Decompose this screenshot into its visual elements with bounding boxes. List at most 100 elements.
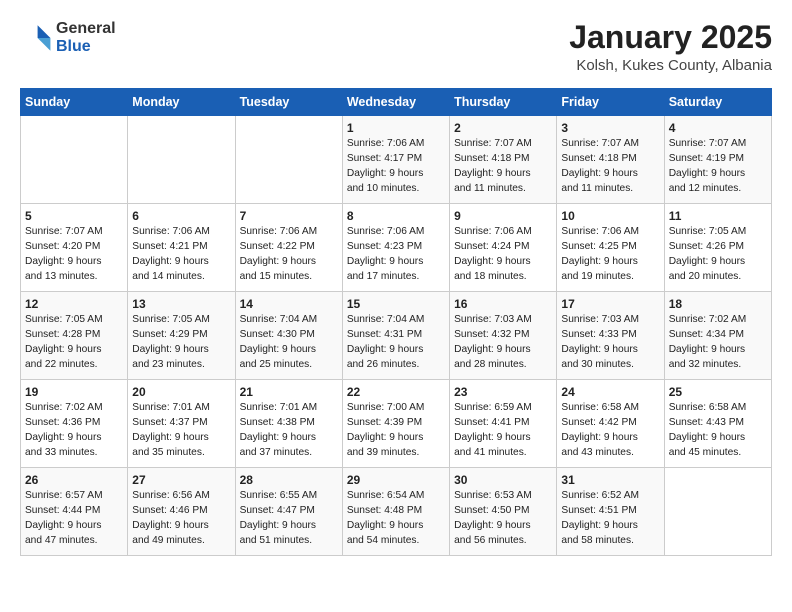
cell-content: Sunrise: 6:52 AM Sunset: 4:51 PM Dayligh… <box>561 489 659 548</box>
calendar-cell: 26Sunrise: 6:57 AM Sunset: 4:44 PM Dayli… <box>21 468 128 556</box>
day-number: 5 <box>25 209 123 223</box>
day-number: 10 <box>561 209 659 223</box>
calendar-cell: 27Sunrise: 6:56 AM Sunset: 4:46 PM Dayli… <box>128 468 235 556</box>
week-row-3: 12 Sunrise: 7:05 AM Sunset: 4:28 PM Dayli… <box>21 292 772 380</box>
logo-general: General <box>56 20 116 38</box>
week-row-5: 26Sunrise: 6:57 AM Sunset: 4:44 PM Dayli… <box>21 468 772 556</box>
day-number: 8 <box>347 209 445 223</box>
day-number: 17 <box>561 297 659 311</box>
logo-text: General Blue <box>56 20 116 55</box>
cell-content: Sunrise: 7:06 AM Sunset: 4:17 PM Dayligh… <box>347 137 445 196</box>
subtitle: Kolsh, Kukes County, Albania <box>569 57 772 74</box>
calendar-cell: 11Sunrise: 7:05 AM Sunset: 4:26 PM Dayli… <box>664 204 771 292</box>
calendar-cell <box>664 468 771 556</box>
cell-content: Sunrise: 6:55 AM Sunset: 4:47 PM Dayligh… <box>240 489 338 548</box>
cell-content: Sunrise: 7:06 AM Sunset: 4:24 PM Dayligh… <box>454 225 552 284</box>
day-number: 24 <box>561 385 659 399</box>
header: General Blue January 2025 Kolsh, Kukes C… <box>20 20 772 74</box>
calendar-cell: 8 Sunrise: 7:06 AM Sunset: 4:23 PM Daylig… <box>342 204 449 292</box>
calendar-cell: 21Sunrise: 7:01 AM Sunset: 4:38 PM Dayli… <box>235 380 342 468</box>
day-number: 18 <box>669 297 767 311</box>
calendar-cell: 19Sunrise: 7:02 AM Sunset: 4:36 PM Dayli… <box>21 380 128 468</box>
cell-content: Sunrise: 7:00 AM Sunset: 4:39 PM Dayligh… <box>347 401 445 460</box>
calendar-cell <box>128 116 235 204</box>
calendar-cell: 17 Sunrise: 7:03 AM Sunset: 4:33 PM Dayli… <box>557 292 664 380</box>
main-title: January 2025 <box>569 20 772 55</box>
cell-content: Sunrise: 7:06 AM Sunset: 4:25 PM Dayligh… <box>561 225 659 284</box>
calendar-cell: 2Sunrise: 7:07 AM Sunset: 4:18 PM Daylig… <box>450 116 557 204</box>
day-number: 25 <box>669 385 767 399</box>
cell-content: Sunrise: 7:05 AM Sunset: 4:29 PM Dayligh… <box>132 313 230 372</box>
calendar-cell: 16Sunrise: 7:03 AM Sunset: 4:32 PM Dayli… <box>450 292 557 380</box>
cell-content: Sunrise: 7:07 AM Sunset: 4:20 PM Dayligh… <box>25 225 123 284</box>
cell-content: Sunrise: 7:05 AM Sunset: 4:28 PM Dayligh… <box>25 313 123 372</box>
cell-content: Sunrise: 6:56 AM Sunset: 4:46 PM Dayligh… <box>132 489 230 548</box>
col-header-tuesday: Tuesday <box>235 89 342 116</box>
cell-content: Sunrise: 7:04 AM Sunset: 4:30 PM Dayligh… <box>240 313 338 372</box>
title-block: January 2025 Kolsh, Kukes County, Albani… <box>569 20 772 74</box>
day-number: 7 <box>240 209 338 223</box>
cell-content: Sunrise: 7:04 AM Sunset: 4:31 PM Dayligh… <box>347 313 445 372</box>
day-number: 3 <box>561 121 659 135</box>
calendar-table: SundayMondayTuesdayWednesdayThursdayFrid… <box>20 88 772 556</box>
calendar-cell: 15 Sunrise: 7:04 AM Sunset: 4:31 PM Dayli… <box>342 292 449 380</box>
calendar-cell: 23Sunrise: 6:59 AM Sunset: 4:41 PM Dayli… <box>450 380 557 468</box>
week-row-4: 19Sunrise: 7:02 AM Sunset: 4:36 PM Dayli… <box>21 380 772 468</box>
calendar-cell <box>235 116 342 204</box>
cell-content: Sunrise: 7:07 AM Sunset: 4:18 PM Dayligh… <box>454 137 552 196</box>
cell-content: Sunrise: 7:02 AM Sunset: 4:34 PM Dayligh… <box>669 313 767 372</box>
page: General Blue January 2025 Kolsh, Kukes C… <box>0 0 792 571</box>
logo: General Blue <box>20 20 116 55</box>
calendar-cell: 31 Sunrise: 6:52 AM Sunset: 4:51 PM Dayli… <box>557 468 664 556</box>
day-number: 12 <box>25 297 123 311</box>
cell-content: Sunrise: 7:05 AM Sunset: 4:26 PM Dayligh… <box>669 225 767 284</box>
cell-content: Sunrise: 7:03 AM Sunset: 4:33 PM Dayligh… <box>561 313 659 372</box>
day-number: 13 <box>132 297 230 311</box>
col-header-wednesday: Wednesday <box>342 89 449 116</box>
calendar-cell: 12 Sunrise: 7:05 AM Sunset: 4:28 PM Dayli… <box>21 292 128 380</box>
calendar-cell: 22 Sunrise: 7:00 AM Sunset: 4:39 PM Dayli… <box>342 380 449 468</box>
col-header-sunday: Sunday <box>21 89 128 116</box>
cell-content: Sunrise: 7:07 AM Sunset: 4:18 PM Dayligh… <box>561 137 659 196</box>
col-header-monday: Monday <box>128 89 235 116</box>
day-number: 29 <box>347 473 445 487</box>
day-number: 16 <box>454 297 552 311</box>
calendar-cell: 4 Sunrise: 7:07 AM Sunset: 4:19 PM Daylig… <box>664 116 771 204</box>
day-number: 14 <box>240 297 338 311</box>
day-number: 6 <box>132 209 230 223</box>
day-number: 20 <box>132 385 230 399</box>
cell-content: Sunrise: 6:58 AM Sunset: 4:43 PM Dayligh… <box>669 401 767 460</box>
col-header-thursday: Thursday <box>450 89 557 116</box>
day-number: 30 <box>454 473 552 487</box>
day-number: 4 <box>669 121 767 135</box>
calendar-cell: 3 Sunrise: 7:07 AM Sunset: 4:18 PM Daylig… <box>557 116 664 204</box>
calendar-cell: 5 Sunrise: 7:07 AM Sunset: 4:20 PM Daylig… <box>21 204 128 292</box>
day-number: 22 <box>347 385 445 399</box>
calendar-cell <box>21 116 128 204</box>
cell-content: Sunrise: 7:07 AM Sunset: 4:19 PM Dayligh… <box>669 137 767 196</box>
day-number: 26 <box>25 473 123 487</box>
calendar-cell: 24 Sunrise: 6:58 AM Sunset: 4:42 PM Dayli… <box>557 380 664 468</box>
calendar-cell: 14 Sunrise: 7:04 AM Sunset: 4:30 PM Dayli… <box>235 292 342 380</box>
cell-content: Sunrise: 7:06 AM Sunset: 4:23 PM Dayligh… <box>347 225 445 284</box>
calendar-cell: 13 Sunrise: 7:05 AM Sunset: 4:29 PM Dayli… <box>128 292 235 380</box>
cell-content: Sunrise: 7:01 AM Sunset: 4:37 PM Dayligh… <box>132 401 230 460</box>
col-header-friday: Friday <box>557 89 664 116</box>
calendar-cell: 29Sunrise: 6:54 AM Sunset: 4:48 PM Dayli… <box>342 468 449 556</box>
cell-content: Sunrise: 7:06 AM Sunset: 4:21 PM Dayligh… <box>132 225 230 284</box>
calendar-cell: 18 Sunrise: 7:02 AM Sunset: 4:34 PM Dayli… <box>664 292 771 380</box>
cell-content: Sunrise: 6:58 AM Sunset: 4:42 PM Dayligh… <box>561 401 659 460</box>
day-number: 1 <box>347 121 445 135</box>
calendar-cell: 1 Sunrise: 7:06 AM Sunset: 4:17 PM Daylig… <box>342 116 449 204</box>
header-row: SundayMondayTuesdayWednesdayThursdayFrid… <box>21 89 772 116</box>
calendar-cell: 10 Sunrise: 7:06 AM Sunset: 4:25 PM Dayli… <box>557 204 664 292</box>
cell-content: Sunrise: 6:53 AM Sunset: 4:50 PM Dayligh… <box>454 489 552 548</box>
calendar-cell: 25 Sunrise: 6:58 AM Sunset: 4:43 PM Dayli… <box>664 380 771 468</box>
day-number: 31 <box>561 473 659 487</box>
calendar-cell: 20 Sunrise: 7:01 AM Sunset: 4:37 PM Dayli… <box>128 380 235 468</box>
calendar-cell: 6 Sunrise: 7:06 AM Sunset: 4:21 PM Daylig… <box>128 204 235 292</box>
day-number: 28 <box>240 473 338 487</box>
cell-content: Sunrise: 7:02 AM Sunset: 4:36 PM Dayligh… <box>25 401 123 460</box>
calendar-cell: 7Sunrise: 7:06 AM Sunset: 4:22 PM Daylig… <box>235 204 342 292</box>
day-number: 15 <box>347 297 445 311</box>
